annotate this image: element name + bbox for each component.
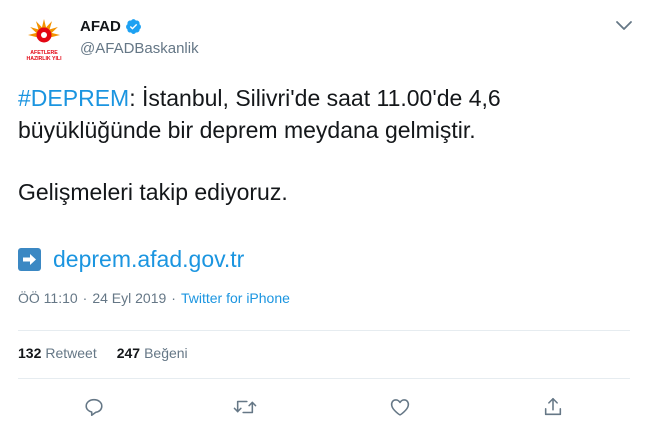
like-count: 247: [116, 345, 141, 361]
divider: [18, 378, 630, 379]
tweet-meta: ÖÖ 11:10 · 24 Eyl 2019 · Twitter for iPh…: [18, 290, 290, 306]
like-stat[interactable]: 247 Beğeni: [117, 345, 188, 361]
tweet-text-line-3: Gelişmeleri takip ediyoruz.: [18, 179, 288, 205]
reply-button[interactable]: [79, 392, 109, 422]
retweet-button[interactable]: [230, 392, 260, 422]
tweet-source-link[interactable]: Twitter for iPhone: [181, 290, 290, 306]
share-button[interactable]: [538, 392, 568, 422]
retweet-stat[interactable]: 132 Retweet: [18, 345, 97, 361]
retweet-icon: [233, 400, 257, 414]
external-link[interactable]: deprem.afad.gov.tr: [53, 246, 244, 273]
like-label: Beğeni: [144, 345, 188, 361]
tweet-text-line-2: büyüklüğünde bir deprem meydana gelmişti…: [18, 117, 476, 143]
retweet-label: Retweet: [45, 345, 97, 361]
share-icon: [544, 397, 562, 416]
retweet-count: 132: [18, 345, 42, 361]
verified-badge-icon: [125, 18, 142, 35]
tweet-stats: 132 Retweet 247 Beğeni: [18, 345, 208, 361]
tweet-header: AFETLERE HAZIRLIK YILI AFAD @AFADBaskanl…: [14, 14, 634, 70]
svg-text:HAZIRLIK YILI: HAZIRLIK YILI: [26, 56, 62, 62]
tweet-date[interactable]: 24 Eyl 2019: [92, 290, 166, 306]
meta-separator: ·: [82, 290, 88, 306]
display-name[interactable]: AFAD: [80, 18, 121, 35]
tweet-text-line-1: #DEPREM: İstanbul, Silivri'de saat 11.00…: [18, 82, 618, 114]
divider: [18, 330, 630, 331]
tweet-time[interactable]: ÖÖ 11:10: [18, 290, 78, 306]
tweet-card: AFETLERE HAZIRLIK YILI AFAD @AFADBaskanl…: [0, 0, 648, 428]
afad-logo-icon: AFETLERE HAZIRLIK YILI: [26, 19, 62, 62]
name-row: AFAD: [80, 18, 142, 35]
like-button[interactable]: [385, 392, 415, 422]
reply-icon: [85, 398, 103, 417]
meta-separator: ·: [171, 290, 176, 306]
user-handle[interactable]: @AFADBaskanlik: [80, 40, 199, 57]
chevron-down-icon[interactable]: [614, 18, 634, 34]
tweet-text: #DEPREM: İstanbul, Silivri'de saat 11.00…: [18, 82, 618, 208]
hashtag-link[interactable]: #DEPREM: [18, 85, 129, 111]
heart-icon: [390, 399, 410, 416]
tweet-text-line-1-rest: : İstanbul, Silivri'de saat 11.00'de 4,6: [129, 85, 501, 111]
link-row: deprem.afad.gov.tr: [18, 244, 244, 274]
avatar[interactable]: AFETLERE HAZIRLIK YILI: [18, 16, 70, 68]
right-arrow-emoji-icon: [18, 247, 41, 271]
tweet-actions: [18, 392, 630, 422]
